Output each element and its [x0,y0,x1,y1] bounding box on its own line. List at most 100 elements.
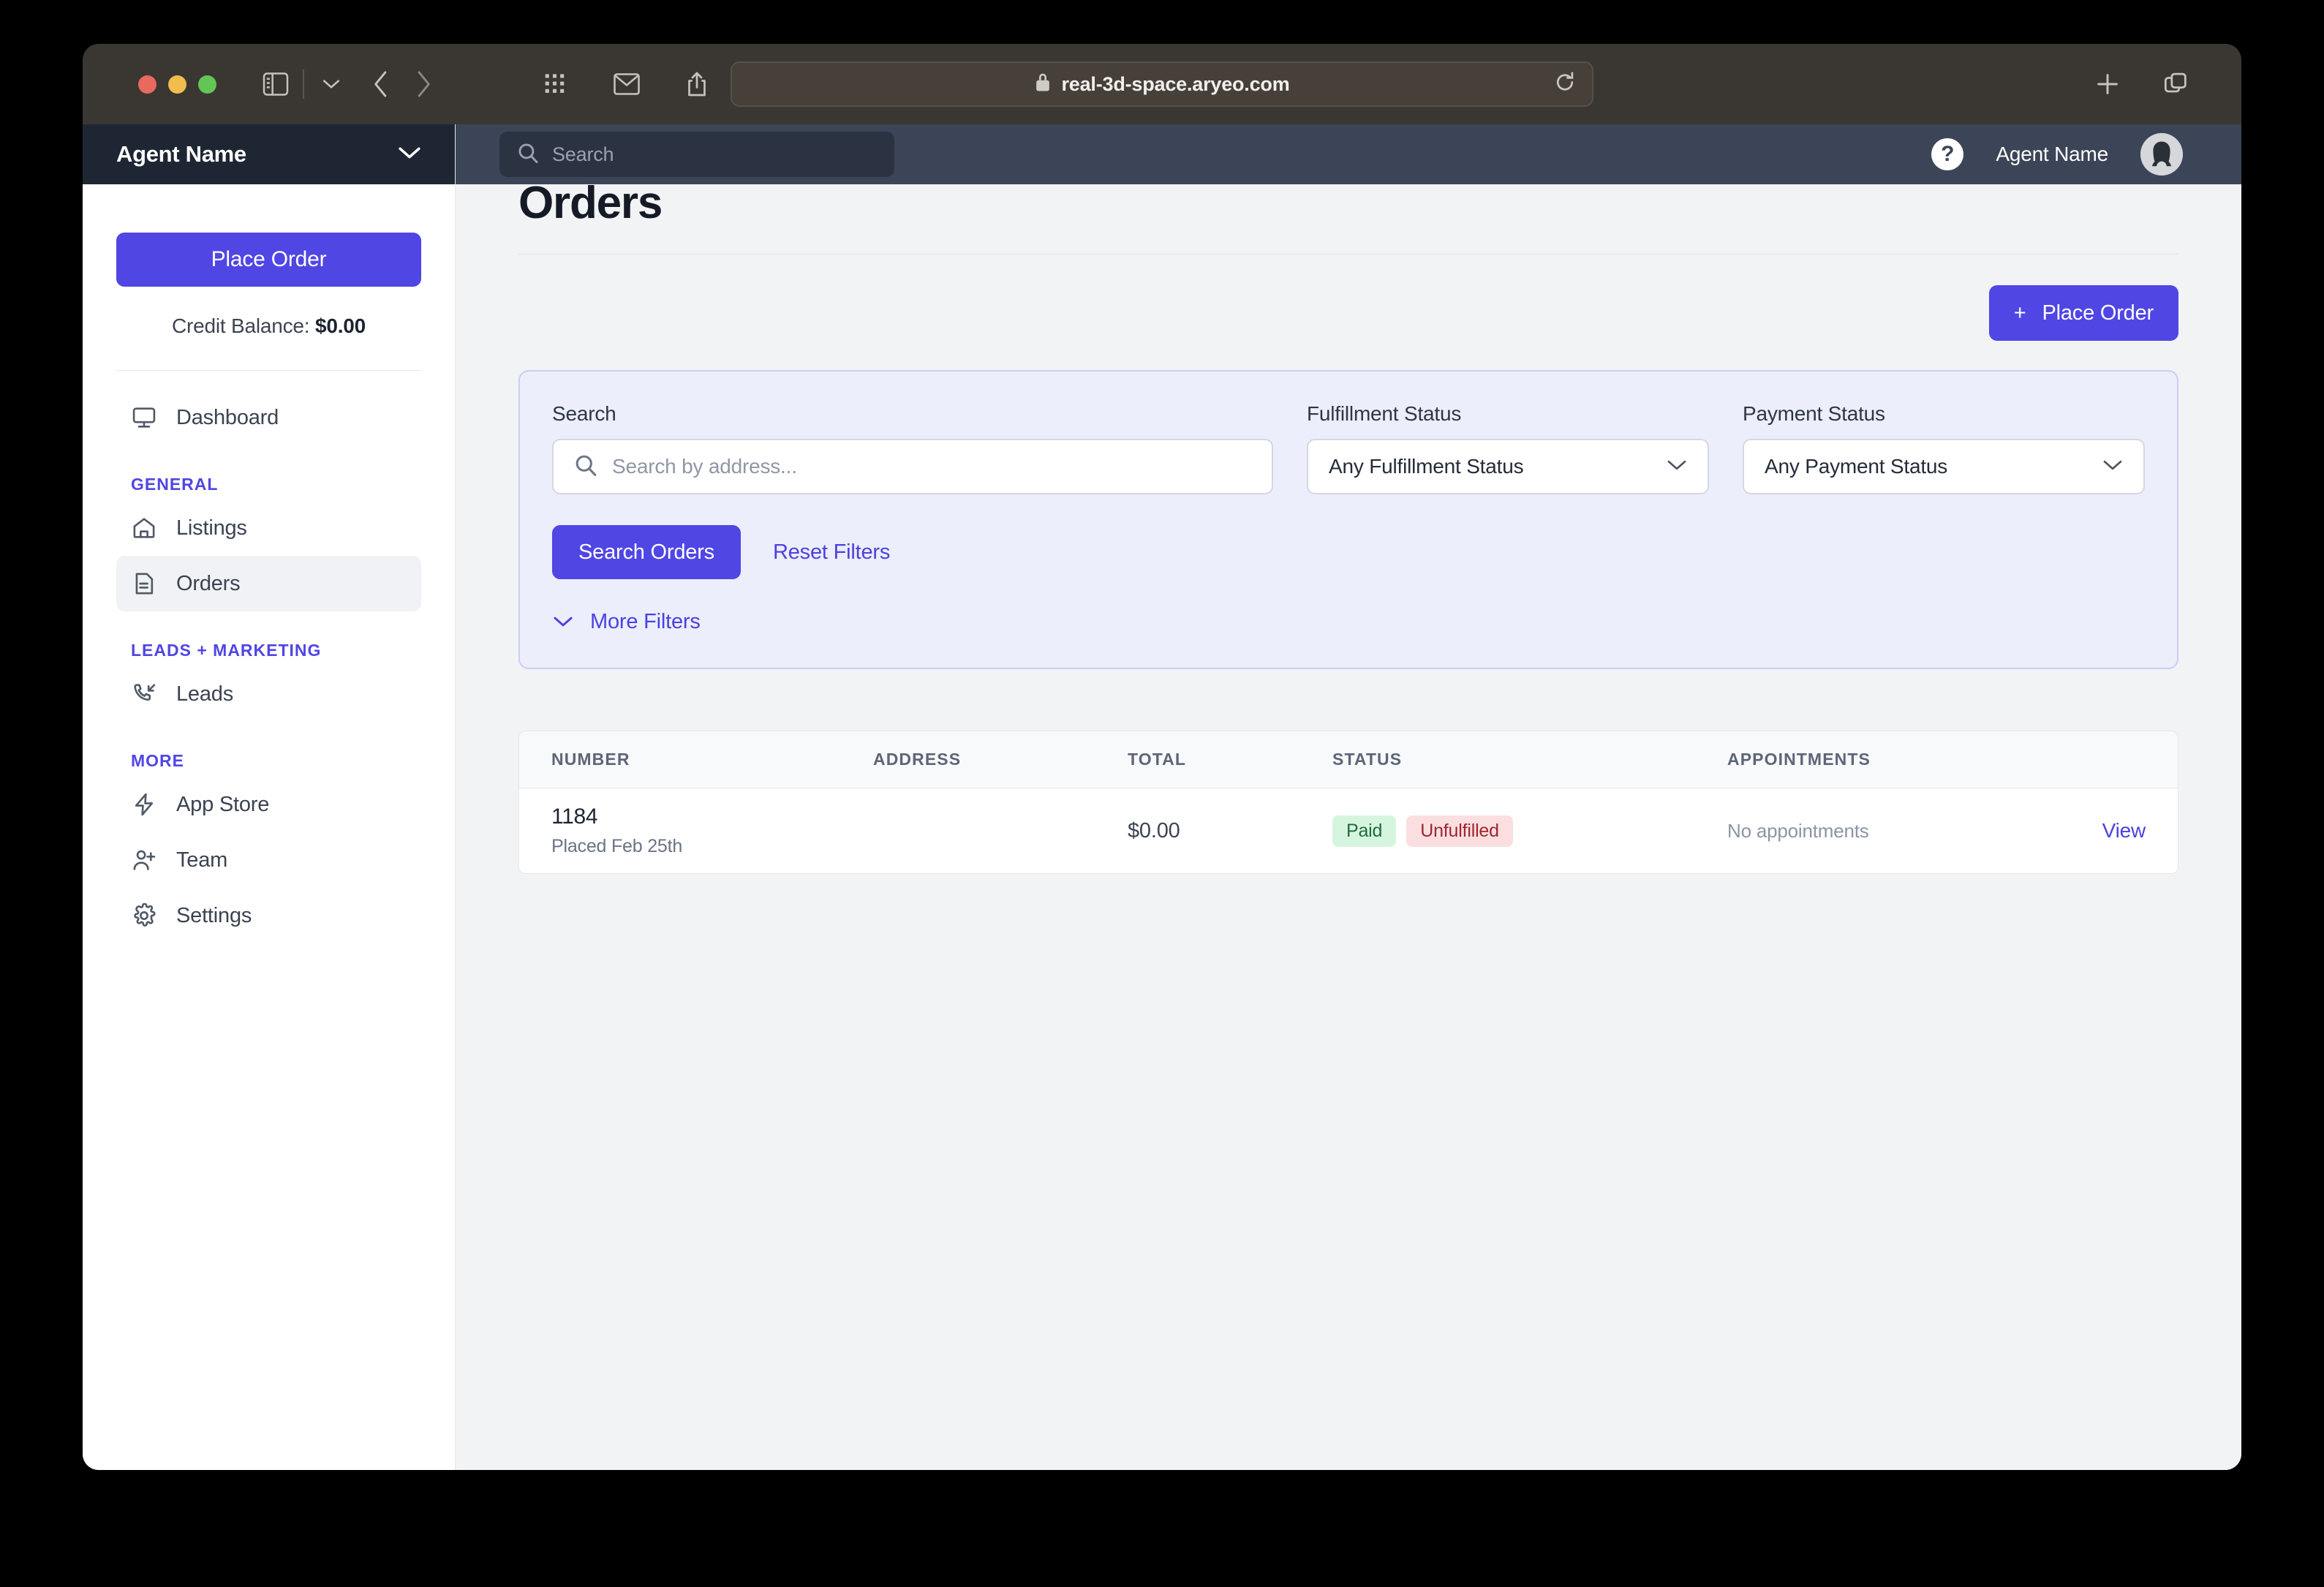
account-switcher[interactable]: Agent Name [83,124,455,184]
account-name: Agent Name [116,141,246,167]
tab-overview-icon[interactable] [2155,63,2197,105]
avatar[interactable] [2140,133,2183,176]
plus-icon: + [2013,301,2026,325]
lock-icon [1034,72,1052,97]
reset-filters-link[interactable]: Reset Filters [773,540,890,565]
toolbar-right-group [2086,63,2197,105]
search-icon [517,142,539,167]
browser-window: real-3d-space.aryeo.com Agent Name Place… [83,44,2241,1470]
fulfillment-status-select[interactable]: Any Fulfillment Status [1307,439,1709,494]
sidebar-item-team[interactable]: Team [116,832,421,888]
sidebar-item-label: Dashboard [176,405,279,429]
monitor-icon [131,404,157,431]
sidebar-item-label: App Store [176,792,270,816]
page-actions: + Place Order [518,285,2178,341]
view-order-link[interactable]: View [2102,819,2146,842]
place-order-label: Place Order [2042,301,2154,325]
cell-total: $0.00 [1128,818,1180,842]
page-title: Orders [518,178,663,228]
more-filters-label: More Filters [590,610,701,633]
reload-icon[interactable] [1554,72,1576,97]
order-placed-date: Placed Feb 25th [551,836,683,856]
traffic-lights [138,75,216,94]
cell-appointments: No appointments [1727,819,1869,842]
gear-icon [131,902,157,929]
house-icon [131,515,157,541]
chevron-down-icon [1667,459,1687,475]
search-field-group: Search Search by address... [552,402,1273,494]
sidebar-toggle-icon[interactable] [254,63,297,105]
browser-toolbar: real-3d-space.aryeo.com [83,44,2241,124]
address-bar[interactable]: real-3d-space.aryeo.com [731,61,1593,107]
sidebar-item-settings[interactable]: Settings [116,888,421,943]
sidebar-divider [116,370,421,371]
header-user-name: Agent Name [1996,143,2108,165]
column-header-appointments: APPOINTMENTS [1727,750,1871,769]
place-order-button-sidebar[interactable]: Place Order [116,233,421,287]
status-badges: Paid Unfulfilled [1332,815,1727,847]
sidebar-section-leads-marketing: LEADS + MARKETING [131,641,322,660]
help-icon[interactable]: ? [1931,138,1964,170]
sidebar-item-app-store[interactable]: App Store [116,777,421,832]
application-viewport: Agent Name Place Order Credit Balance: $… [83,124,2241,1470]
payment-status-value: Any Payment Status [1765,455,1948,478]
sidebar-item-leads[interactable]: Leads [116,666,421,722]
chevron-down-icon[interactable] [398,146,421,164]
more-filters-toggle[interactable]: More Filters [552,610,2145,634]
fulfillment-status-group: Fulfillment Status Any Fulfillment Statu… [1307,402,1709,494]
payment-status-select[interactable]: Any Payment Status [1743,439,2145,494]
maximize-window-button[interactable] [198,75,216,94]
status-badge-paid: Paid [1332,815,1397,847]
sidebar-item-orders[interactable]: Orders [116,556,421,611]
table-header-row: NUMBER ADDRESS TOTAL STATUS APPOINTMENTS [519,731,2178,788]
search-input[interactable]: Search by address... [552,439,1273,494]
navigation-arrows [360,63,445,105]
fulfillment-status-label: Fulfillment Status [1307,402,1462,425]
title-divider [518,254,2178,255]
global-search-input[interactable]: Search [499,132,894,177]
order-number: 1184 [551,804,598,829]
sidebar-item-label: Team [176,848,228,872]
search-orders-button[interactable]: Search Orders [552,525,741,579]
apps-grid-icon[interactable] [535,63,578,105]
app-header: Search ? Agent Name [456,124,2241,184]
table-row[interactable]: 1184 Placed Feb 25th $0.00 Paid Unfulfil… [519,788,2178,873]
filter-row: Search Search by address... Fulfillment … [552,402,2145,494]
minimize-window-button[interactable] [168,75,186,94]
cell-number: 1184 Placed Feb 25th [551,804,873,857]
phone-incoming-icon [131,681,157,707]
header-right-group: ? Agent Name [1931,133,2183,176]
orders-table: NUMBER ADDRESS TOTAL STATUS APPOINTMENTS… [518,731,2178,874]
share-icon[interactable] [676,63,718,105]
chevron-left-icon[interactable] [360,63,402,105]
chevron-right-icon[interactable] [402,63,445,105]
plus-icon[interactable] [2086,63,2129,105]
filter-actions: Search Orders Reset Filters [552,525,2145,579]
fulfillment-status-value: Any Fulfillment Status [1329,455,1524,478]
chevron-down-icon [2102,459,2123,475]
sidebar-toggle-group [254,63,352,105]
close-window-button[interactable] [138,75,156,94]
place-order-button[interactable]: + Place Order [1988,285,2178,341]
url-display: real-3d-space.aryeo.com [1034,72,1290,97]
mail-icon[interactable] [605,63,648,105]
sidebar-item-label: Leads [176,682,234,706]
credit-balance: Credit Balance: $0.00 [116,314,421,338]
column-header-number: NUMBER [551,750,630,769]
chevron-down-icon[interactable] [310,63,352,105]
column-header-status: STATUS [1332,750,1403,769]
sidebar-body: Place Order Credit Balance: $0.00 Dashbo… [83,184,455,943]
sidebar-section-more: MORE [131,751,184,770]
credit-balance-value: $0.00 [314,314,366,337]
cell-status: Paid Unfulfilled [1332,815,1727,847]
chevron-down-icon [552,610,574,634]
sidebar-nav: Dashboard GENERAL Listings Orders LEADS … [116,390,421,943]
credit-balance-label: Credit Balance: [171,314,315,337]
payment-status-group: Payment Status Any Payment Status [1743,402,2145,494]
sidebar-item-listings[interactable]: Listings [116,500,421,556]
lightning-icon [131,791,157,818]
filter-panel: Search Search by address... Fulfillment … [518,370,2178,669]
sidebar-item-dashboard[interactable]: Dashboard [116,390,421,445]
search-input-placeholder: Search by address... [612,455,797,478]
search-icon [574,453,597,480]
